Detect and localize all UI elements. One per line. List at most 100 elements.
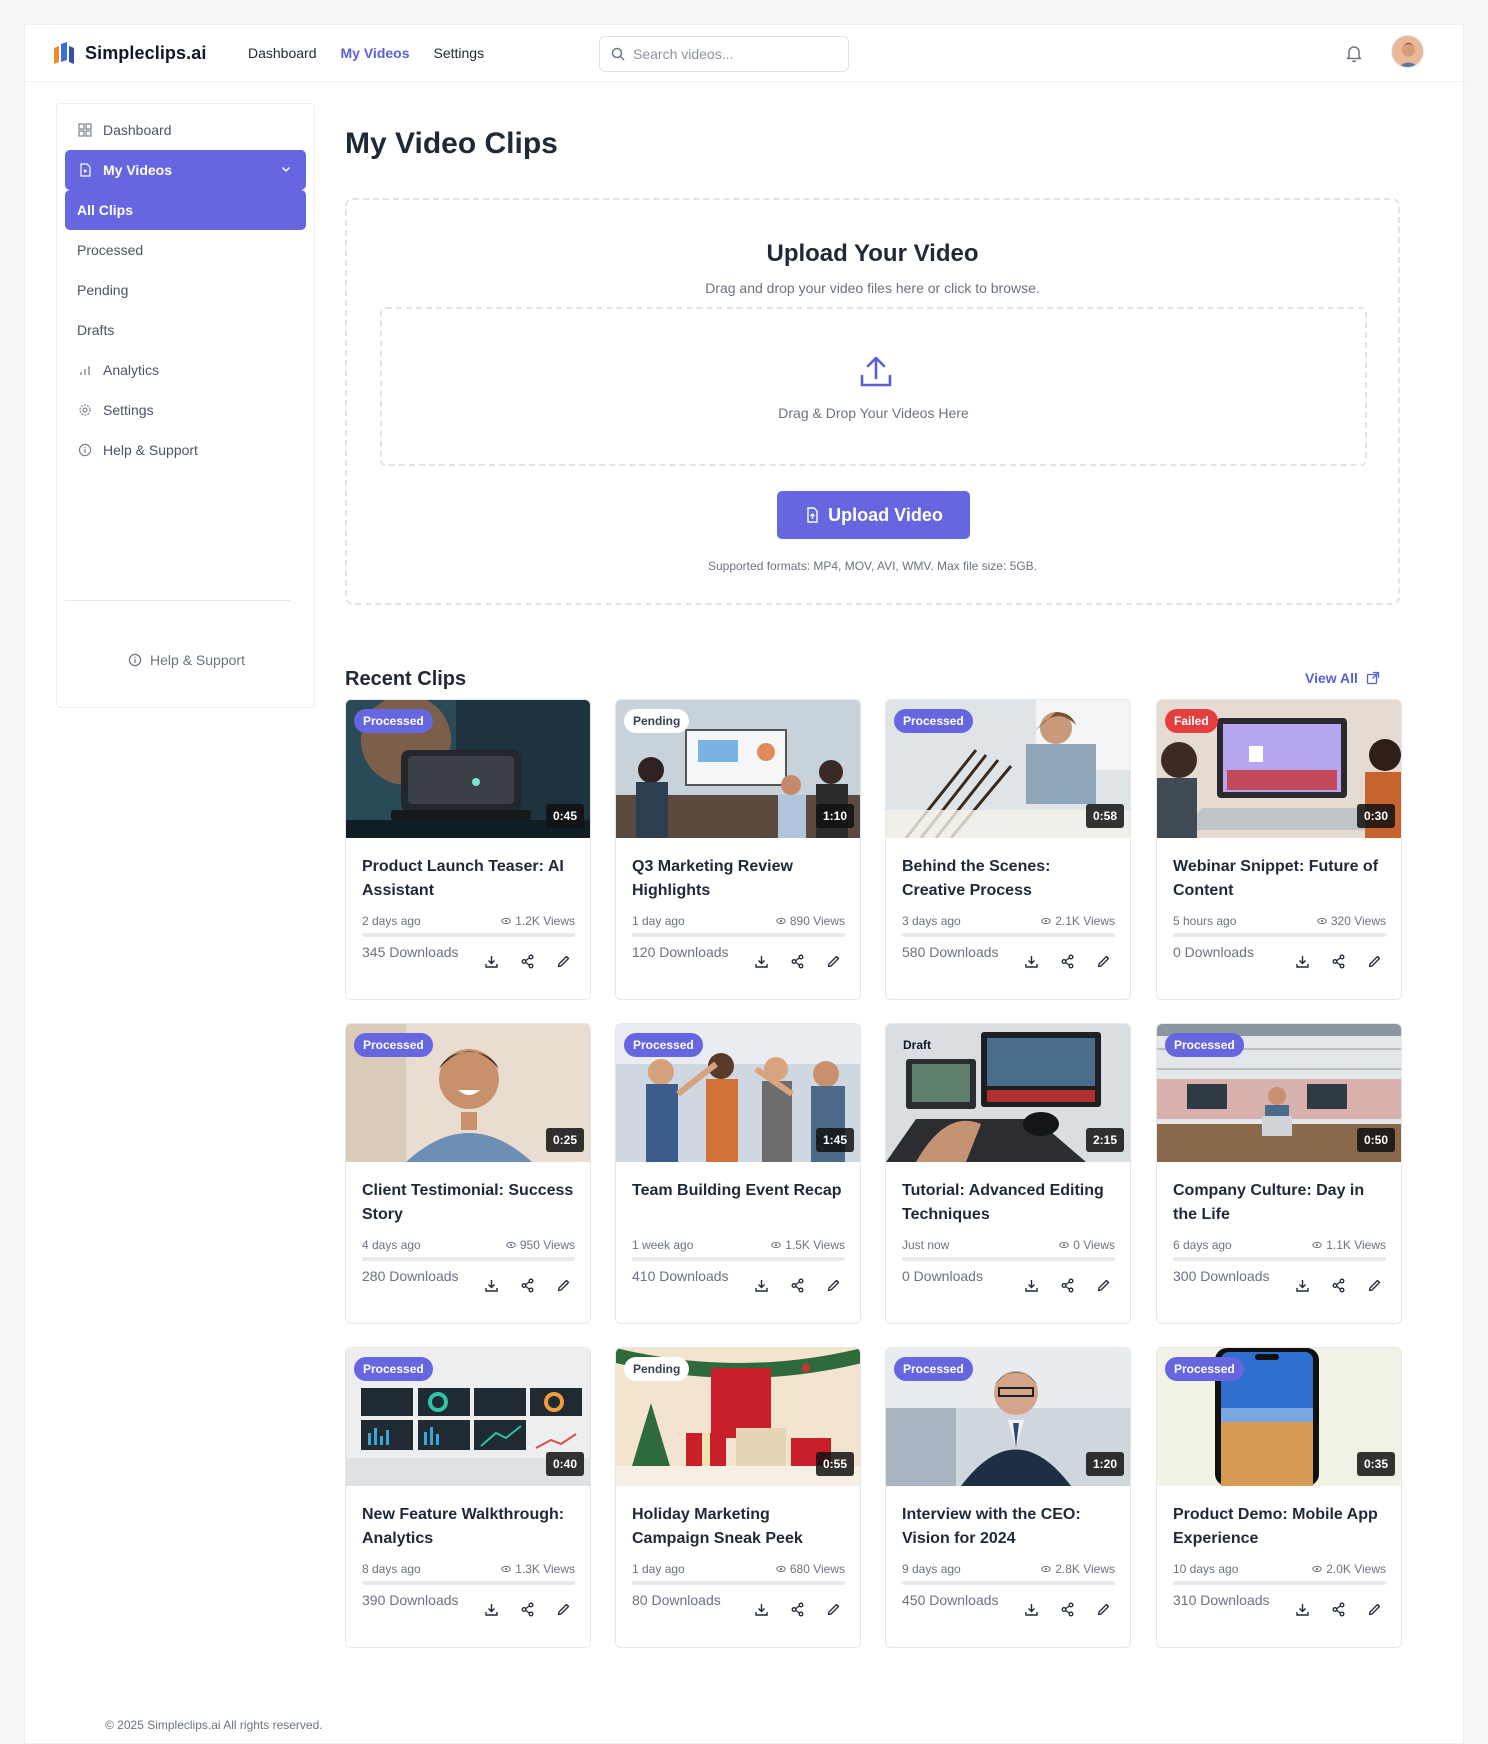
- edit-icon[interactable]: [1365, 952, 1383, 970]
- share-icon[interactable]: [518, 1600, 536, 1618]
- clip-card[interactable]: Processed 0:25 Client Testimonial: Success…: [345, 1023, 591, 1324]
- clip-thumbnail[interactable]: Processed 1:45: [616, 1024, 860, 1162]
- topnav-settings[interactable]: Settings: [434, 45, 485, 61]
- edit-icon[interactable]: [1094, 1276, 1112, 1294]
- clip-title[interactable]: Product Demo: Mobile App Experience: [1173, 1503, 1388, 1551]
- clip-card[interactable]: Processed 0:40 New Feature Walkthrough: An…: [345, 1347, 591, 1648]
- clip-card[interactable]: Draft 2:15 Tutorial: Advanced Editing Tech…: [885, 1023, 1131, 1324]
- sidebar-item-pending[interactable]: Pending: [65, 270, 306, 310]
- clip-title[interactable]: Tutorial: Advanced Editing Techniques: [902, 1179, 1117, 1227]
- edit-icon[interactable]: [1094, 952, 1112, 970]
- clip-card[interactable]: Pending 1:10 Q3 Marketing Review Highlight…: [615, 699, 861, 1000]
- share-icon[interactable]: [1058, 1276, 1076, 1294]
- bell-icon[interactable]: [1343, 42, 1365, 64]
- eye-icon: [1312, 1241, 1322, 1249]
- clip-thumbnail[interactable]: Processed 0:40: [346, 1348, 590, 1486]
- share-icon[interactable]: [788, 952, 806, 970]
- clip-thumbnail[interactable]: Processed 1:20: [886, 1348, 1130, 1486]
- download-icon[interactable]: [1022, 1600, 1040, 1618]
- share-icon[interactable]: [1329, 1600, 1347, 1618]
- download-icon[interactable]: [1022, 1276, 1040, 1294]
- clip-thumbnail[interactable]: Failed 0:30: [1157, 700, 1401, 838]
- clip-views-label: 680 Views: [789, 1562, 845, 1576]
- share-icon[interactable]: [1058, 1600, 1076, 1618]
- clip-thumbnail[interactable]: Pending 1:10: [616, 700, 860, 838]
- share-icon[interactable]: [518, 952, 536, 970]
- sidebar-item-dashboard[interactable]: Dashboard: [65, 110, 306, 150]
- clip-thumbnail[interactable]: Processed 0:25: [346, 1024, 590, 1162]
- clip-title[interactable]: New Feature Walkthrough: Analytics: [362, 1503, 577, 1551]
- download-icon[interactable]: [482, 952, 500, 970]
- avatar[interactable]: [1391, 35, 1424, 68]
- clip-title[interactable]: Webinar Snippet: Future of Content: [1173, 855, 1388, 903]
- clip-thumbnail[interactable]: Processed 0:58: [886, 700, 1130, 838]
- sidebar-item-settings[interactable]: Settings: [65, 390, 306, 430]
- download-icon[interactable]: [1022, 952, 1040, 970]
- download-icon[interactable]: [752, 1276, 770, 1294]
- share-icon[interactable]: [1329, 952, 1347, 970]
- share-icon[interactable]: [1329, 1276, 1347, 1294]
- edit-icon[interactable]: [1094, 1600, 1112, 1618]
- clip-title[interactable]: Company Culture: Day in the Life: [1173, 1179, 1388, 1227]
- clip-card[interactable]: Pending 0:55 Holiday Marketing Campaign Sn…: [615, 1347, 861, 1648]
- clip-thumbnail[interactable]: Processed 0:35: [1157, 1348, 1401, 1486]
- edit-icon[interactable]: [554, 1276, 572, 1294]
- edit-icon[interactable]: [824, 1276, 842, 1294]
- edit-icon[interactable]: [554, 952, 572, 970]
- sidebar-item-analytics[interactable]: Analytics: [65, 350, 306, 390]
- share-icon[interactable]: [788, 1276, 806, 1294]
- edit-icon[interactable]: [554, 1600, 572, 1618]
- clip-thumbnail[interactable]: Processed 0:45: [346, 700, 590, 838]
- sidebar-item-all-clips[interactable]: All Clips: [65, 190, 306, 230]
- clip-title[interactable]: Product Launch Teaser: AI Assistant: [362, 855, 577, 903]
- download-icon[interactable]: [482, 1600, 500, 1618]
- search-input[interactable]: [633, 46, 833, 62]
- search-box[interactable]: [599, 36, 849, 72]
- clip-thumbnail[interactable]: Draft 2:15: [886, 1024, 1130, 1162]
- sidebar-item-my-videos[interactable]: My Videos: [65, 150, 306, 190]
- share-icon[interactable]: [1058, 952, 1076, 970]
- edit-icon[interactable]: [824, 952, 842, 970]
- clip-thumbnail[interactable]: Pending 0:55: [616, 1348, 860, 1486]
- clip-card[interactable]: Processed 0:35 Product Demo: Mobile App Ex…: [1156, 1347, 1402, 1648]
- share-icon[interactable]: [518, 1276, 536, 1294]
- clip-title[interactable]: Q3 Marketing Review Highlights: [632, 855, 847, 903]
- topnav-dashboard[interactable]: Dashboard: [248, 45, 317, 61]
- sidebar-footer-help[interactable]: Help & Support: [57, 652, 316, 668]
- clip-downloads: 410 Downloads: [632, 1268, 729, 1284]
- view-all-link[interactable]: View All: [1305, 670, 1380, 686]
- download-icon[interactable]: [1293, 1276, 1311, 1294]
- sidebar-item-processed[interactable]: Processed: [65, 230, 306, 270]
- download-icon[interactable]: [752, 1600, 770, 1618]
- eye-icon: [771, 1241, 781, 1249]
- sidebar-item-drafts[interactable]: Drafts: [65, 310, 306, 350]
- dropzone[interactable]: Drag & Drop Your Videos Here: [380, 307, 1367, 466]
- download-icon[interactable]: [1293, 952, 1311, 970]
- clip-title[interactable]: Interview with the CEO: Vision for 2024: [902, 1503, 1117, 1551]
- clip-title[interactable]: Holiday Marketing Campaign Sneak Peek: [632, 1503, 847, 1551]
- edit-icon[interactable]: [824, 1600, 842, 1618]
- edit-icon[interactable]: [1365, 1600, 1383, 1618]
- brand[interactable]: Simpleclips.ai: [52, 40, 206, 66]
- clip-card[interactable]: Processed 0:58 Behind the Scenes: Creative…: [885, 699, 1131, 1000]
- clip-card[interactable]: Processed 1:45 Team Building Event Recap 1 …: [615, 1023, 861, 1324]
- download-icon[interactable]: [482, 1276, 500, 1294]
- download-icon[interactable]: [752, 952, 770, 970]
- share-icon[interactable]: [788, 1600, 806, 1618]
- sidebar-item-help[interactable]: Help & Support: [65, 430, 306, 470]
- clip-thumbnail[interactable]: Processed 0:50: [1157, 1024, 1401, 1162]
- clip-card[interactable]: Failed 0:30 Webinar Snippet: Future of Con…: [1156, 699, 1402, 1000]
- sidebar-item-label: Settings: [103, 402, 154, 418]
- clip-card[interactable]: Processed 1:20 Interview with the CEO: Vis…: [885, 1347, 1131, 1648]
- download-icon[interactable]: [1293, 1600, 1311, 1618]
- chevron-down-icon[interactable]: [280, 163, 292, 175]
- upload-video-button[interactable]: Upload Video: [777, 491, 970, 539]
- clip-card[interactable]: Processed 0:50 Company Culture: Day in the…: [1156, 1023, 1402, 1324]
- clip-card[interactable]: Processed 0:45 Product Launch Teaser: AI A…: [345, 699, 591, 1000]
- clip-views: 890 Views: [776, 914, 845, 928]
- clip-title[interactable]: Behind the Scenes: Creative Process: [902, 855, 1117, 903]
- clip-title[interactable]: Client Testimonial: Success Story: [362, 1179, 577, 1227]
- topnav-my-videos[interactable]: My Videos: [341, 45, 410, 61]
- edit-icon[interactable]: [1365, 1276, 1383, 1294]
- clip-title[interactable]: Team Building Event Recap: [632, 1179, 847, 1203]
